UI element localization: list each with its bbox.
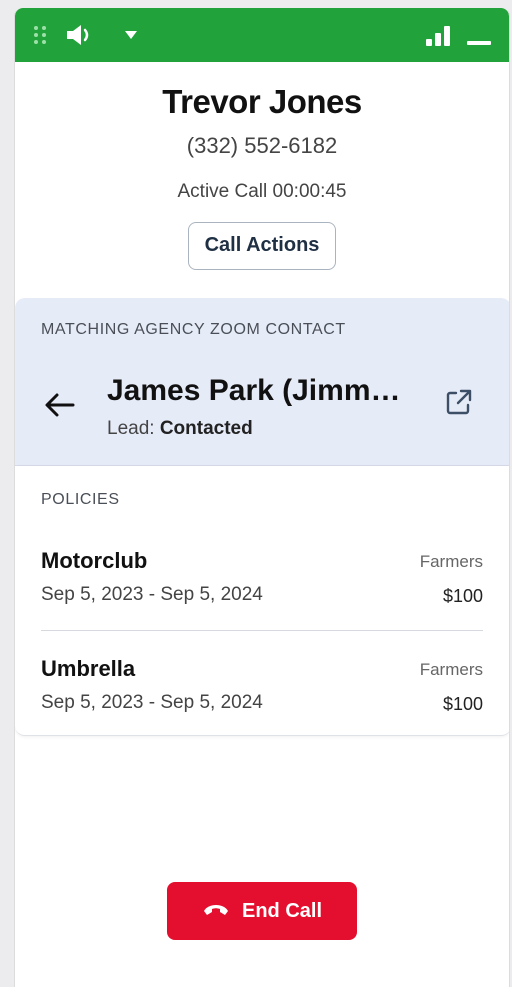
back-arrow-icon[interactable] — [43, 390, 77, 420]
title-bar — [15, 8, 509, 62]
hang-up-phone-icon — [202, 900, 230, 923]
minimize-icon[interactable] — [463, 26, 495, 46]
policy-amount: $100 — [442, 694, 483, 714]
call-status: Active Call 00:00:45 — [177, 181, 347, 202]
open-external-icon[interactable] — [443, 386, 475, 418]
speaker-icon[interactable] — [65, 24, 95, 46]
signal-strength-icon — [425, 26, 453, 46]
policy-carrier: Farmers — [419, 660, 483, 679]
call-actions-button[interactable]: Call Actions — [187, 222, 337, 270]
caller-name: Trevor Jones — [162, 83, 362, 120]
policy-dates: Sep 5, 2023 - Sep 5, 2024 — [41, 692, 263, 713]
caller-phone: (332) 552-6182 — [186, 133, 338, 158]
matching-contact-panel: MATCHING AGENCY ZOOM CONTACT James Park … — [15, 298, 509, 466]
policy-name: Motorclub — [41, 548, 148, 573]
policies-label: POLICIES — [41, 491, 120, 508]
end-call-button[interactable]: End Call — [167, 882, 357, 940]
lead-label: Lead: — [107, 418, 155, 439]
policy-carrier: Farmers — [419, 552, 483, 571]
chevron-down-icon[interactable] — [123, 28, 139, 42]
divider — [41, 630, 483, 631]
end-call-label: End Call — [241, 899, 322, 922]
caller-info: Trevor Jones (332) 552-6182 Active Call … — [15, 82, 509, 270]
drag-handle-icon[interactable] — [33, 25, 47, 45]
lead-status: Contacted — [159, 418, 253, 439]
call-window: Trevor Jones (332) 552-6182 Active Call … — [14, 8, 510, 987]
section-label: MATCHING AGENCY ZOOM CONTACT — [41, 321, 346, 338]
policy-amount: $100 — [442, 586, 483, 606]
policy-dates: Sep 5, 2023 - Sep 5, 2024 — [41, 584, 263, 605]
policies-section: POLICIES Motorclub Sep 5, 2023 - Sep 5, … — [15, 466, 509, 736]
contact-name[interactable]: James Park (Jimm… — [107, 374, 437, 408]
policy-item[interactable]: Umbrella Sep 5, 2023 - Sep 5, 2024 Farme… — [41, 656, 483, 726]
lead-status-line: Lead: Contacted — [107, 418, 253, 440]
policy-name: Umbrella — [41, 656, 136, 681]
policy-item[interactable]: Motorclub Sep 5, 2023 - Sep 5, 2024 Farm… — [41, 548, 483, 618]
